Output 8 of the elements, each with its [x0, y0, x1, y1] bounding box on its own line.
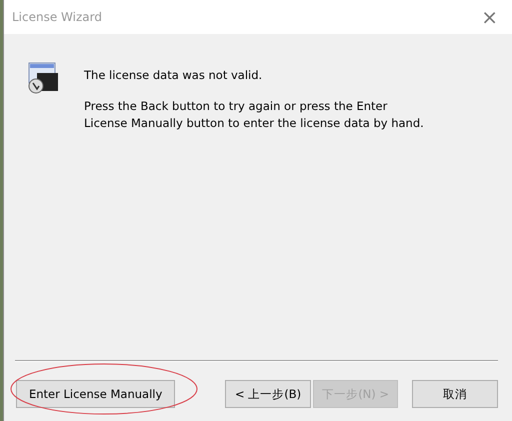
wizard-nav-button[interactable]: < 上一步(B) — [225, 380, 311, 408]
wizard-icon — [27, 62, 59, 94]
cancel-button[interactable]: 取消 — [412, 380, 498, 408]
message-text: Press the Back button to try again or press the Enter License Manually button to enter the license data by hand. — [84, 98, 425, 132]
close-button[interactable]: × — [475, 7, 504, 27]
message-text: The license data was not valid. — [84, 67, 264, 84]
window-title: License Wizard — [12, 10, 102, 24]
enter-license-button[interactable]: Enter License Manually — [16, 380, 176, 408]
